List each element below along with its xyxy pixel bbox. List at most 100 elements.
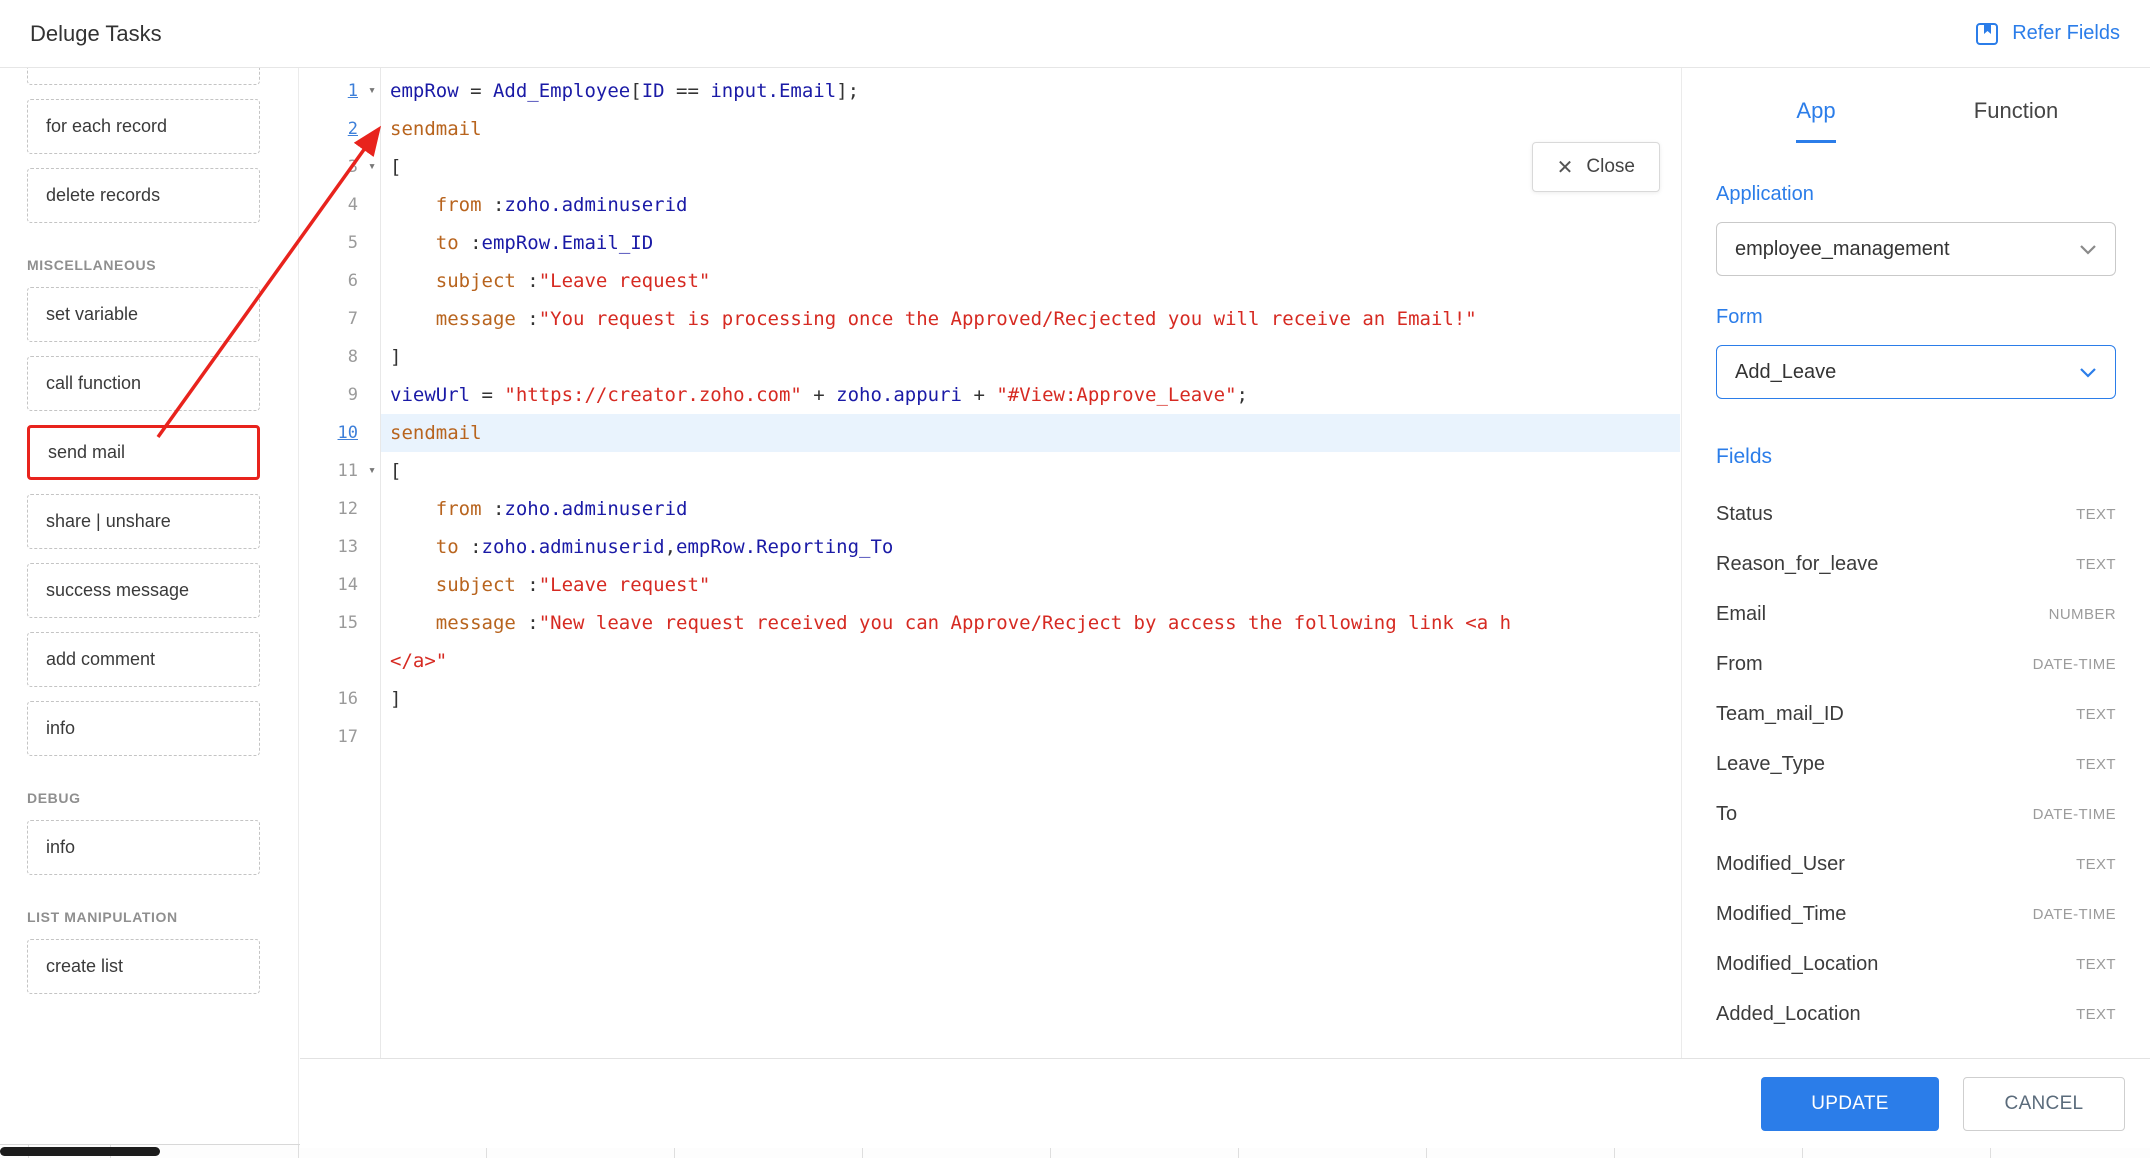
sidebar-section-label: DEBUG bbox=[27, 790, 298, 806]
update-button[interactable]: UPDATE bbox=[1761, 1077, 1939, 1131]
line-number[interactable]: 1▾ bbox=[300, 72, 380, 110]
code-line[interactable]: 8] bbox=[300, 338, 1680, 376]
fold-arrow-icon[interactable]: ▾ bbox=[368, 452, 376, 490]
code-text[interactable]: subject :"Leave request" bbox=[380, 262, 1680, 300]
code-line[interactable]: 15 message :"New leave request received … bbox=[300, 604, 1680, 642]
fold-arrow-icon[interactable]: ▾ bbox=[368, 72, 376, 110]
code-text[interactable]: message :"New leave request received you… bbox=[380, 604, 1680, 642]
field-row[interactable]: Added_LocationTEXT bbox=[1716, 989, 2116, 1039]
sidebar-item-delete-records[interactable]: delete records bbox=[27, 168, 260, 223]
code-line[interactable]: 1▾empRow = Add_Employee[ID == input.Emai… bbox=[300, 72, 1680, 110]
page-title: Deluge Tasks bbox=[30, 21, 162, 47]
line-number[interactable]: 13 bbox=[300, 528, 380, 566]
code-text[interactable] bbox=[380, 718, 1680, 756]
code-text[interactable]: sendmail bbox=[380, 414, 1680, 452]
line-number[interactable]: 6 bbox=[300, 262, 380, 300]
field-name: Added_Location bbox=[1716, 1003, 1861, 1026]
line-number[interactable]: 11▾ bbox=[300, 452, 380, 490]
field-row[interactable]: Modified_UserTEXT bbox=[1716, 839, 2116, 889]
code-text[interactable]: from :zoho.adminuserid bbox=[380, 490, 1680, 528]
code-editor[interactable]: 1▾empRow = Add_Employee[ID == input.Emai… bbox=[300, 68, 1680, 1058]
cancel-button[interactable]: CANCEL bbox=[1963, 1077, 2125, 1131]
line-number[interactable]: 17 bbox=[300, 718, 380, 756]
sidebar-item-send-mail[interactable]: send mail bbox=[27, 425, 260, 480]
field-row[interactable]: Reason_for_leaveTEXT bbox=[1716, 539, 2116, 589]
field-row[interactable]: EmailNUMBER bbox=[1716, 589, 2116, 639]
code-text[interactable]: ] bbox=[380, 680, 1680, 718]
code-line[interactable]: 13 to :zoho.adminuserid,empRow.Reporting… bbox=[300, 528, 1680, 566]
line-number[interactable]: 2 bbox=[300, 110, 380, 148]
code-text[interactable]: message :"You request is processing once… bbox=[380, 300, 1680, 338]
code-line[interactable]: 5 to :empRow.Email_ID bbox=[300, 224, 1680, 262]
tab-function[interactable]: Function bbox=[1916, 94, 2116, 143]
line-number[interactable]: 8 bbox=[300, 338, 380, 376]
field-name: Leave_Type bbox=[1716, 753, 1825, 776]
field-row[interactable]: FromDATE-TIME bbox=[1716, 639, 2116, 689]
code-text[interactable]: </a>" bbox=[380, 642, 1680, 680]
line-number[interactable]: 10 bbox=[300, 414, 380, 452]
code-line[interactable]: 17 bbox=[300, 718, 1680, 756]
code-line[interactable]: 11▾[ bbox=[300, 452, 1680, 490]
field-row[interactable]: ToDATE-TIME bbox=[1716, 789, 2116, 839]
field-row[interactable]: Team_mail_IDTEXT bbox=[1716, 689, 2116, 739]
fields-panel: AppFunction Application employee_managem… bbox=[1681, 68, 2150, 1058]
code-line[interactable]: 3▾[ bbox=[300, 148, 1680, 186]
field-type-badge: NUMBER bbox=[2049, 606, 2116, 623]
code-text[interactable]: from :zoho.adminuserid bbox=[380, 186, 1680, 224]
line-number[interactable]: 16 bbox=[300, 680, 380, 718]
line-number[interactable]: 14 bbox=[300, 566, 380, 604]
sidebar-item-set-variable[interactable]: set variable bbox=[27, 287, 260, 342]
sidebar-item-add-comment[interactable]: add comment bbox=[27, 632, 260, 687]
form-label: Form bbox=[1716, 306, 2116, 329]
code-text[interactable]: viewUrl = "https://creator.zoho.com" + z… bbox=[380, 376, 1680, 414]
line-number[interactable]: 12 bbox=[300, 490, 380, 528]
code-text[interactable]: to :zoho.adminuserid,empRow.Reporting_To bbox=[380, 528, 1680, 566]
refer-fields-button[interactable]: Refer Fields bbox=[1974, 21, 2120, 47]
field-row[interactable]: Modified_LocationTEXT bbox=[1716, 939, 2116, 989]
code-line[interactable]: 12 from :zoho.adminuserid bbox=[300, 490, 1680, 528]
sidebar-item-partial[interactable] bbox=[27, 68, 260, 85]
form-select[interactable]: Add_Leave bbox=[1716, 345, 2116, 399]
code-text[interactable]: sendmail bbox=[380, 110, 1680, 148]
field-row[interactable]: Modified_TimeDATE-TIME bbox=[1716, 889, 2116, 939]
close-icon: ✕ bbox=[1557, 155, 1574, 180]
sidebar-item-info[interactable]: info bbox=[27, 701, 260, 756]
application-value: employee_management bbox=[1735, 238, 1950, 261]
code-text[interactable]: ] bbox=[380, 338, 1680, 376]
code-line[interactable]: 9viewUrl = "https://creator.zoho.com" + … bbox=[300, 376, 1680, 414]
line-number[interactable]: 9 bbox=[300, 376, 380, 414]
chevron-down-icon bbox=[2079, 367, 2097, 378]
sidebar-item-share-unshare[interactable]: share | unshare bbox=[27, 494, 260, 549]
field-row[interactable]: Leave_TypeTEXT bbox=[1716, 739, 2116, 789]
code-text[interactable]: subject :"Leave request" bbox=[380, 566, 1680, 604]
line-number[interactable]: 15 bbox=[300, 604, 380, 642]
fields-list: StatusTEXTReason_for_leaveTEXTEmailNUMBE… bbox=[1716, 489, 2116, 1039]
code-text[interactable]: [ bbox=[380, 148, 1680, 186]
line-number[interactable]: 4 bbox=[300, 186, 380, 224]
line-number[interactable]: 5 bbox=[300, 224, 380, 262]
horizontal-scrollbar-thumb[interactable] bbox=[0, 1147, 160, 1156]
sidebar-item-success-message[interactable]: success message bbox=[27, 563, 260, 618]
fold-arrow-icon[interactable]: ▾ bbox=[368, 148, 376, 186]
code-line[interactable]: 14 subject :"Leave request" bbox=[300, 566, 1680, 604]
line-number[interactable]: 7 bbox=[300, 300, 380, 338]
sidebar-item-info[interactable]: info bbox=[27, 820, 260, 875]
close-button[interactable]: ✕ Close bbox=[1532, 142, 1660, 192]
code-text[interactable]: [ bbox=[380, 452, 1680, 490]
code-line[interactable]: 16] bbox=[300, 680, 1680, 718]
field-row[interactable]: StatusTEXT bbox=[1716, 489, 2116, 539]
application-select[interactable]: employee_management bbox=[1716, 222, 2116, 276]
line-number[interactable]: 3▾ bbox=[300, 148, 380, 186]
code-line[interactable]: 4 from :zoho.adminuserid bbox=[300, 186, 1680, 224]
code-line[interactable]: 6 subject :"Leave request" bbox=[300, 262, 1680, 300]
code-line[interactable]: 7 message :"You request is processing on… bbox=[300, 300, 1680, 338]
code-text[interactable]: empRow = Add_Employee[ID == input.Email]… bbox=[380, 72, 1680, 110]
sidebar-item-for-each-record[interactable]: for each record bbox=[27, 99, 260, 154]
sidebar-item-create-list[interactable]: create list bbox=[27, 939, 260, 994]
code-text[interactable]: to :empRow.Email_ID bbox=[380, 224, 1680, 262]
code-line[interactable]: 2sendmail bbox=[300, 110, 1680, 148]
sidebar-item-call-function[interactable]: call function bbox=[27, 356, 260, 411]
gutter-separator bbox=[380, 68, 381, 1058]
code-line[interactable]: 10sendmail bbox=[300, 414, 1680, 452]
tab-app[interactable]: App bbox=[1716, 94, 1916, 143]
